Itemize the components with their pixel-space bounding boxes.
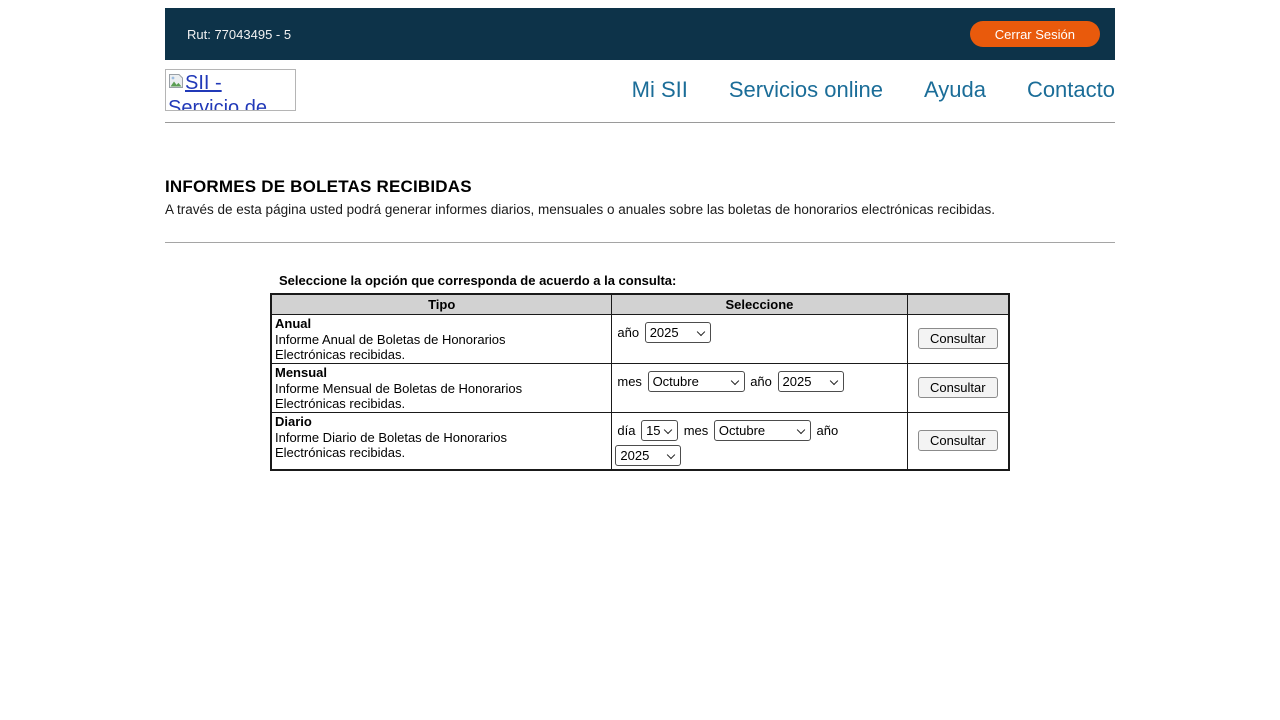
anual-consultar-button[interactable]: Consultar bbox=[918, 328, 998, 349]
nav-ayuda[interactable]: Ayuda bbox=[924, 77, 986, 103]
site-header: SII - Servicio de Mi SII Servicios onlin… bbox=[165, 69, 1115, 111]
session-topbar: Rut: 77043495 - 5 Cerrar Sesión bbox=[165, 8, 1115, 60]
diario-controls-cell: día 15 mes Octubre bbox=[612, 412, 907, 470]
mensual-type-label: Mensual bbox=[275, 365, 608, 381]
table-header-row: Tipo Seleccione bbox=[271, 294, 1009, 314]
diario-day-select-wrap: 15 bbox=[641, 419, 678, 443]
diario-type-label: Diario bbox=[275, 414, 608, 430]
report-table: Tipo Seleccione Anual Informe Anual de B… bbox=[270, 293, 1010, 471]
mensual-consultar-button[interactable]: Consultar bbox=[918, 377, 998, 398]
diario-month-select-wrap: Octubre bbox=[714, 419, 811, 443]
mensual-year-select[interactable]: 2025 bbox=[778, 371, 844, 392]
mensual-tipo-cell: Mensual Informe Mensual de Boletas de Ho… bbox=[271, 363, 612, 412]
header-seleccione: Seleccione bbox=[612, 294, 907, 314]
rut-label: Rut: 77043495 - 5 bbox=[187, 27, 291, 42]
nav-mi-sii[interactable]: Mi SII bbox=[632, 77, 688, 103]
mensual-description: Informe Mensual de Boletas de Honorarios… bbox=[275, 381, 575, 411]
diario-description: Informe Diario de Boletas de Honorarios … bbox=[275, 430, 575, 460]
anual-year-label: año bbox=[617, 325, 639, 340]
diario-year-line: 2025 bbox=[615, 443, 903, 468]
content-container: Rut: 77043495 - 5 Cerrar Sesión SII - Se… bbox=[165, 8, 1115, 471]
anual-description: Informe Anual de Boletas de Honorarios E… bbox=[275, 332, 575, 362]
table-row-diario: Diario Informe Diario de Boletas de Hono… bbox=[271, 412, 1009, 470]
sii-logo-link[interactable]: SII - Servicio de bbox=[165, 69, 296, 111]
logout-button[interactable]: Cerrar Sesión bbox=[970, 21, 1100, 47]
page-title: INFORMES DE BOLETAS RECIBIDAS bbox=[165, 177, 1115, 197]
diario-month-label: mes bbox=[684, 423, 709, 438]
nav-contacto[interactable]: Contacto bbox=[1027, 77, 1115, 103]
diario-consultar-button[interactable]: Consultar bbox=[918, 430, 998, 451]
title-divider bbox=[165, 242, 1115, 243]
diario-month-select[interactable]: Octubre bbox=[714, 420, 811, 441]
mensual-action-cell: Consultar bbox=[907, 363, 1009, 412]
broken-image-icon bbox=[168, 73, 184, 89]
page-subtitle: A través de esta página usted podrá gene… bbox=[165, 202, 1115, 217]
mensual-year-select-wrap: 2025 bbox=[778, 370, 844, 394]
diario-year-select-wrap: 2025 bbox=[615, 444, 681, 468]
mensual-year-label: año bbox=[750, 374, 772, 389]
table-row-anual: Anual Informe Anual de Boletas de Honora… bbox=[271, 314, 1009, 363]
anual-year-select[interactable]: 2025 bbox=[645, 322, 711, 343]
mensual-month-select[interactable]: Octubre bbox=[648, 371, 745, 392]
page: Rut: 77043495 - 5 Cerrar Sesión SII - Se… bbox=[0, 0, 1280, 720]
nav-servicios-online[interactable]: Servicios online bbox=[729, 77, 883, 103]
diario-year-label: año bbox=[817, 423, 839, 438]
selection-instruction: Seleccione la opción que corresponda de … bbox=[270, 273, 1010, 288]
main-nav: Mi SII Servicios online Ayuda Contacto bbox=[632, 77, 1115, 103]
anual-type-label: Anual bbox=[275, 316, 608, 332]
sii-logo-broken-image: SII - Servicio de bbox=[168, 72, 267, 111]
mensual-month-select-wrap: Octubre bbox=[648, 370, 745, 394]
diario-tipo-cell: Diario Informe Diario de Boletas de Hono… bbox=[271, 412, 612, 470]
diario-day-label: día bbox=[617, 423, 635, 438]
mensual-month-label: mes bbox=[617, 374, 642, 389]
anual-tipo-cell: Anual Informe Anual de Boletas de Honora… bbox=[271, 314, 612, 363]
mensual-controls-cell: mes Octubre año 2025 bbox=[612, 363, 907, 412]
header-tipo: Tipo bbox=[271, 294, 612, 314]
table-row-mensual: Mensual Informe Mensual de Boletas de Ho… bbox=[271, 363, 1009, 412]
anual-controls-cell: año 2025 bbox=[612, 314, 907, 363]
diario-year-select[interactable]: 2025 bbox=[615, 445, 681, 466]
report-selection-area: Seleccione la opción que corresponda de … bbox=[270, 273, 1010, 471]
anual-year-select-wrap: 2025 bbox=[645, 321, 711, 345]
header-action bbox=[907, 294, 1009, 314]
diario-action-cell: Consultar bbox=[907, 412, 1009, 470]
anual-action-cell: Consultar bbox=[907, 314, 1009, 363]
header-divider bbox=[165, 122, 1115, 123]
diario-day-select[interactable]: 15 bbox=[641, 420, 678, 441]
